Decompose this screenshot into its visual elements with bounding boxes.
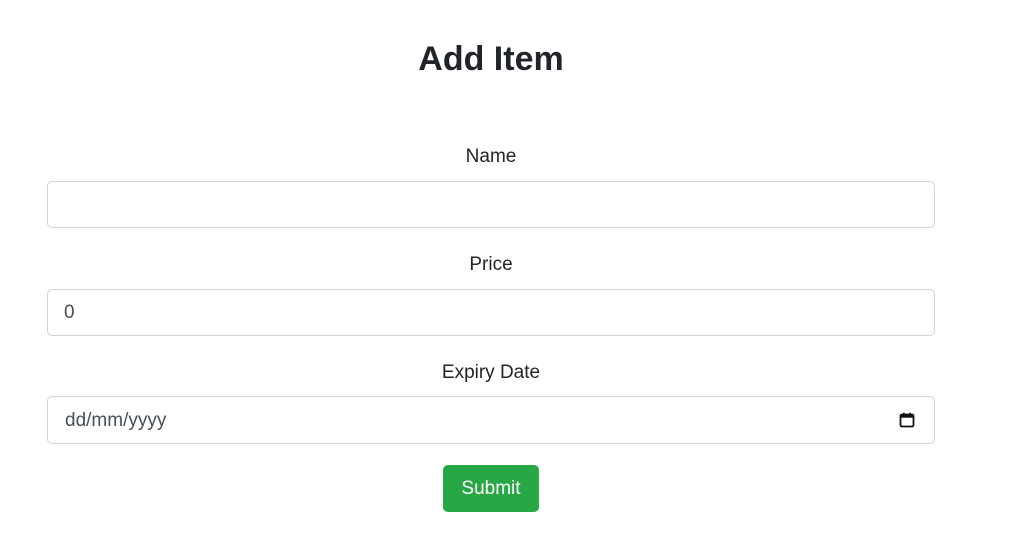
submit-button[interactable]: Submit	[443, 465, 539, 512]
expiry-date-input[interactable]: dd/mm/yyyy	[47, 396, 935, 444]
calendar-icon[interactable]	[899, 412, 915, 428]
name-input[interactable]	[47, 181, 935, 228]
add-item-page: Add Item Name Price Expiry Date dd/mm/yy…	[0, 0, 1015, 539]
expiry-date-placeholder: dd/mm/yyyy	[65, 410, 167, 431]
price-label: Price	[469, 254, 513, 275]
price-input[interactable]	[47, 289, 935, 336]
page-title: Add Item	[418, 40, 564, 78]
expiry-date-label: Expiry Date	[441, 362, 541, 383]
name-label: Name	[465, 146, 517, 167]
